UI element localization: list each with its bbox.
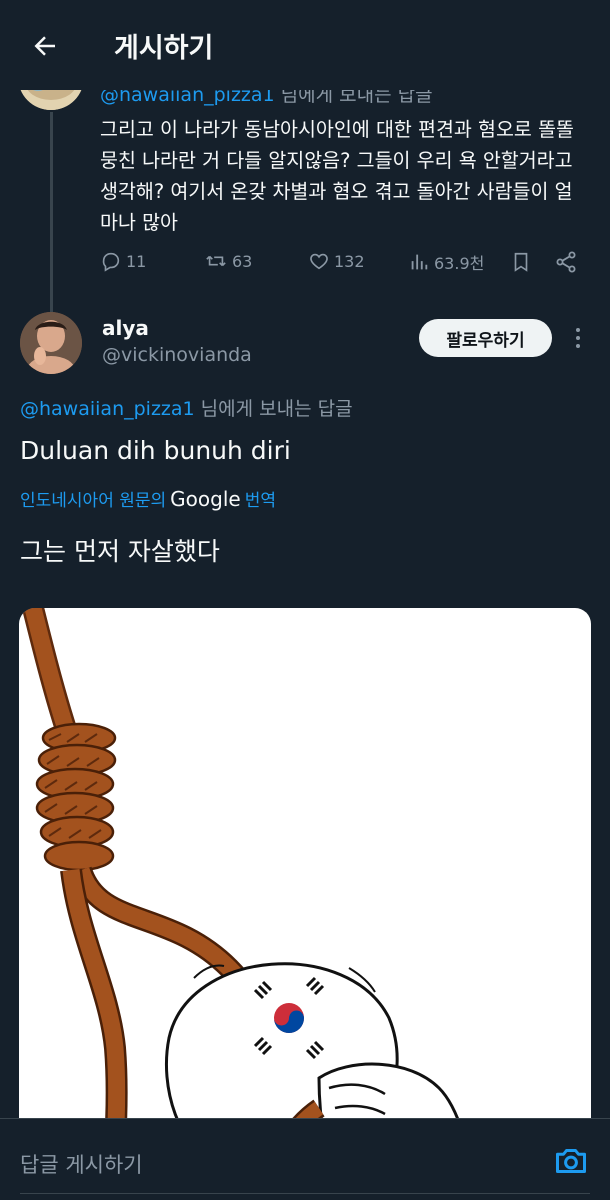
noose-illustration: [22, 608, 480, 1200]
bookmark-icon: [514, 252, 528, 272]
repost-button[interactable]: 63: [204, 250, 252, 272]
translation-label: 번역: [244, 491, 276, 511]
dot-icon: [576, 344, 580, 348]
post-image[interactable]: [19, 608, 591, 1200]
follow-button[interactable]: 팔로우하기: [419, 319, 552, 357]
back-button[interactable]: [20, 24, 70, 68]
post-text: Duluan dih bunuh diri: [20, 436, 291, 465]
replying-to-link[interactable]: @hawaiian_pizza1: [20, 398, 195, 420]
page-title: 게시하기: [114, 33, 214, 64]
reply-input[interactable]: 답글 게시하기: [20, 1149, 143, 1179]
reply-icon: [102, 252, 120, 272]
reply-composer: 답글 게시하기: [0, 1118, 610, 1200]
previous-post-text: 그리고 이 나라가 동남아시아인에 대한 편견과 혐오로 똘똘 뭉친 나라란 거…: [100, 118, 574, 234]
arrow-left-icon: [34, 36, 55, 56]
views-chart-icon: [411, 254, 428, 270]
previous-post-actions: 11 63 132 63.9천: [100, 250, 590, 280]
share-icon: [556, 251, 576, 273]
reply-count: 11: [126, 251, 147, 271]
translated-text: 그는 먼저 자살했다: [20, 537, 220, 566]
camera-icon: [556, 1149, 586, 1173]
view-count: 63.9천: [434, 254, 485, 273]
heart-icon: [310, 253, 328, 270]
like-button[interactable]: 132: [308, 250, 365, 272]
camera-button[interactable]: [552, 1143, 590, 1179]
bookmark-button[interactable]: [510, 250, 532, 274]
replying-to: @hawaiian_pizza1 님에게 보내는 답글: [20, 398, 353, 420]
avatar[interactable]: [20, 312, 82, 374]
thread-line: [50, 112, 53, 312]
reply-button[interactable]: 11: [100, 250, 146, 272]
divider: [20, 1193, 590, 1194]
more-options-button[interactable]: [566, 324, 590, 352]
translation-language: 인도네시아어 원문의: [20, 491, 167, 511]
translation-attribution[interactable]: 인도네시아어 원문의 Google 번역: [20, 486, 276, 511]
display-name[interactable]: alya: [102, 316, 149, 340]
user-handle[interactable]: @vickinovianda: [102, 344, 252, 366]
dot-icon: [576, 336, 580, 340]
google-logo: Google: [170, 487, 241, 511]
share-button[interactable]: [554, 250, 578, 274]
repost-count: 63: [232, 251, 253, 271]
like-count: 132: [334, 251, 365, 271]
dot-icon: [576, 328, 580, 332]
repost-icon: [206, 255, 226, 267]
views-button[interactable]: 63.9천: [408, 250, 484, 274]
top-bar: 게시하기: [0, 0, 610, 90]
